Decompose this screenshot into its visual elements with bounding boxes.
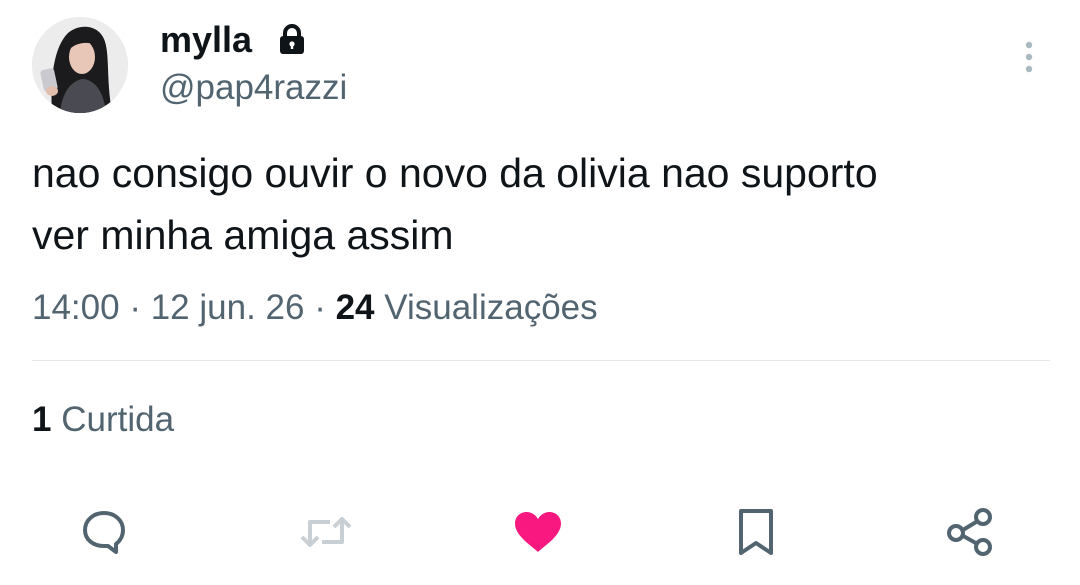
avatar[interactable] — [32, 17, 128, 113]
display-name[interactable]: mylla — [160, 18, 252, 62]
retweet-icon — [300, 511, 352, 558]
share-button[interactable] — [944, 507, 996, 562]
comment-icon — [80, 509, 128, 560]
meta-separator: · — [314, 288, 326, 327]
likes-summary[interactable]: 1 Curtida — [32, 397, 174, 443]
tweet-text: nao consigo ouvir o novo da olivia nao s… — [32, 150, 878, 258]
retweet-button — [300, 508, 352, 560]
lock-icon — [278, 23, 306, 55]
more-options-icon[interactable] — [1018, 38, 1040, 78]
bookmark-icon — [736, 507, 776, 562]
heart-icon — [513, 510, 563, 559]
like-button[interactable] — [512, 508, 564, 560]
avatar-image — [32, 17, 128, 113]
likes-label: Curtida — [61, 400, 175, 439]
reply-button[interactable] — [78, 508, 130, 560]
tweet-date[interactable]: 12 jun. 26 — [151, 288, 305, 327]
views-count[interactable]: 24 — [336, 288, 375, 327]
divider — [32, 360, 1050, 361]
bookmark-button[interactable] — [730, 508, 782, 560]
tweet-meta: 14:00 · 12 jun. 26 · 24 Visualizações — [32, 284, 598, 332]
user-handle[interactable]: @pap4razzi — [160, 66, 347, 110]
meta-separator: · — [129, 288, 141, 327]
views-label[interactable]: Visualizações — [384, 288, 597, 327]
tweet-time[interactable]: 14:00 — [32, 288, 120, 327]
share-icon — [945, 507, 995, 562]
likes-count: 1 — [32, 400, 52, 439]
